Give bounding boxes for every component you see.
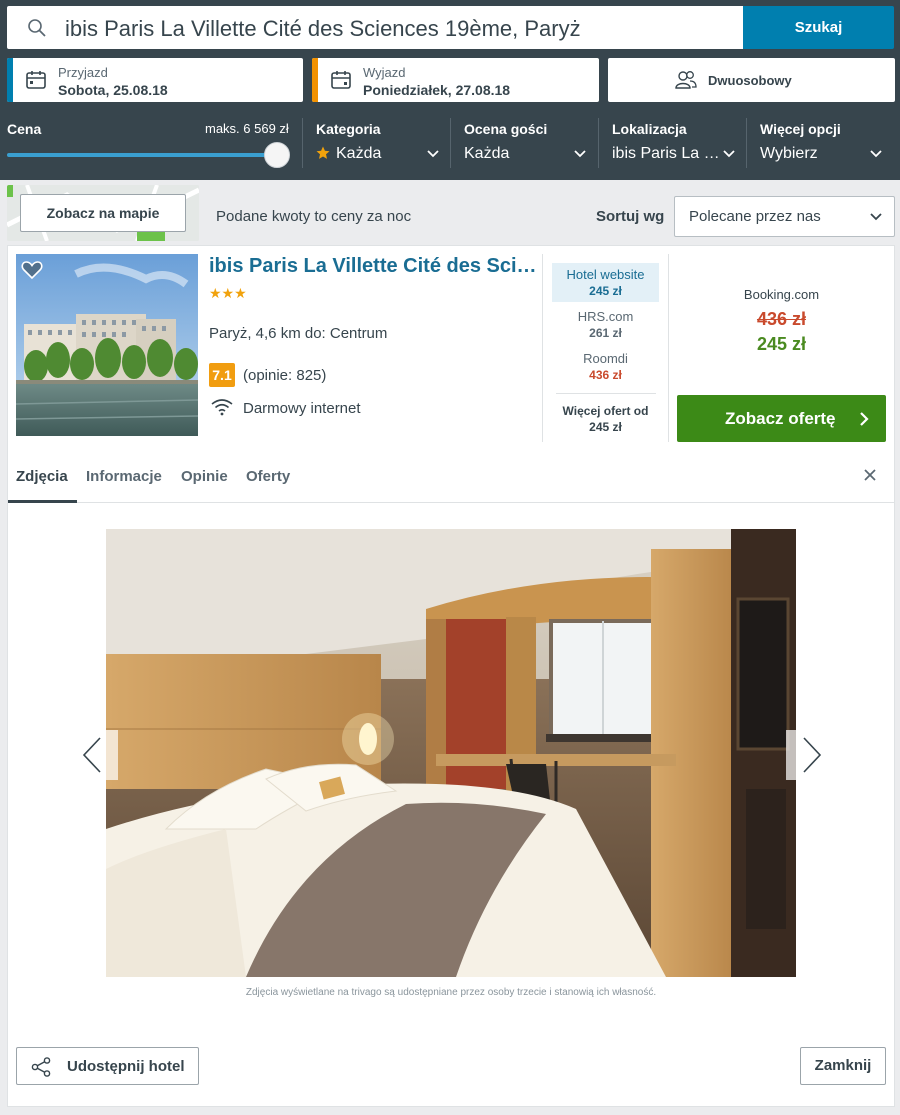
deal-site-hotel-website[interactable]: Hotel website — [552, 267, 659, 282]
filter-divider — [450, 118, 451, 168]
room-type-field[interactable]: Dwuosobowy — [608, 58, 895, 102]
more-offers-price: 245 zł — [589, 420, 622, 434]
share-icon — [31, 1057, 51, 1077]
chevron-down-icon — [870, 213, 882, 221]
hotel-name-link[interactable]: ibis Paris La Villette Cité des Sciences… — [209, 255, 539, 278]
checkin-label: Przyjazd — [58, 65, 108, 80]
deal-price-hotel-website[interactable]: 245 zł — [552, 284, 659, 298]
rating-filter[interactable]: Każda — [464, 140, 589, 170]
close-button[interactable]: Zamknij — [800, 1047, 886, 1085]
best-deal-price: 245 zł — [756, 334, 807, 354]
category-filter-value: Każda — [336, 145, 382, 162]
search-button[interactable]: Szukaj — [743, 6, 894, 49]
people-icon — [675, 71, 697, 89]
chevron-down-icon — [870, 150, 882, 158]
favorite-heart-icon[interactable] — [21, 260, 43, 280]
tabs-divider — [8, 502, 894, 503]
show-map-button[interactable]: Zobacz na mapie — [20, 194, 186, 232]
tab-offers[interactable]: Oferty — [246, 468, 290, 485]
rating-filter-label: Ocena gości — [464, 121, 548, 137]
search-query: ibis Paris La Villette Cité des Sciences… — [65, 16, 581, 41]
chevron-down-icon — [427, 150, 439, 158]
deals-divider — [542, 254, 543, 442]
sort-label: Sortuj wg — [596, 208, 665, 225]
tab-photos[interactable]: Zdjęcia — [16, 468, 68, 485]
filter-divider — [302, 118, 303, 168]
hotel-location: Paryż, 4,6 km do: Centrum — [209, 325, 388, 342]
sort-select[interactable]: Polecane przez nas — [674, 196, 895, 237]
share-hotel-button[interactable]: Udostępnij hotel — [16, 1047, 199, 1085]
hotel-room-photo — [106, 529, 796, 977]
close-icon[interactable] — [863, 468, 877, 482]
checkout-label: Wyjazd — [363, 65, 406, 80]
deal-site-roomdi[interactable]: Roomdi — [552, 351, 659, 366]
best-deal-old-price: 436 zł — [756, 309, 807, 329]
checkout-field[interactable]: Wyjazd Poniedziałek, 27.08.18 — [312, 58, 599, 102]
best-deal-site: Booking.com — [743, 287, 820, 302]
price-slider-handle[interactable] — [264, 142, 290, 168]
calendar-icon — [26, 71, 46, 89]
checkout-accent — [312, 58, 318, 102]
tab-reviews[interactable]: Opinie — [181, 468, 228, 485]
photo-credit: Zdjęcia wyświetlane na trivago są udostę… — [245, 987, 657, 998]
active-tab-indicator — [8, 500, 77, 503]
star-icon — [316, 146, 330, 159]
calendar-icon — [331, 71, 351, 89]
sort-value: Polecane przez nas — [689, 208, 821, 225]
checkout-value: Poniedziałek, 27.08.18 — [363, 82, 511, 98]
deals-separator — [556, 393, 656, 394]
amenity-wifi: Darmowy internet — [243, 400, 361, 417]
next-photo-button[interactable] — [786, 730, 824, 780]
chevron-right-icon — [860, 412, 869, 426]
price-note: Podane kwoty to ceny za noc — [216, 208, 412, 225]
previous-photo-button[interactable] — [80, 730, 118, 780]
share-hotel-label: Udostępnij hotel — [67, 1058, 185, 1075]
hotel-star-rating: ★★★ — [209, 285, 247, 301]
chevron-down-icon — [723, 150, 735, 158]
checkin-accent — [7, 58, 13, 102]
location-filter[interactable]: ibis Paris La … — [612, 140, 737, 170]
more-filters[interactable]: Wybierz — [760, 140, 885, 170]
hotel-photo[interactable] — [16, 254, 198, 436]
price-slider-track[interactable] — [7, 153, 277, 157]
rating-badge[interactable]: 7.1 — [209, 363, 235, 387]
filter-divider — [746, 118, 747, 168]
search-input[interactable]: ibis Paris La Villette Cité des Sciences… — [7, 6, 743, 49]
deal-site-hrs[interactable]: HRS.com — [552, 309, 659, 324]
filter-divider — [598, 118, 599, 168]
hotel-exterior-image — [16, 254, 198, 436]
wifi-icon — [211, 399, 233, 416]
location-filter-value: ibis Paris La … — [612, 145, 720, 162]
chevron-down-icon — [574, 150, 586, 158]
more-filters-label: Więcej opcji — [760, 121, 841, 137]
location-filter-label: Lokalizacja — [612, 121, 687, 137]
more-offers-label: Więcej ofert od — [562, 404, 649, 418]
search-icon — [28, 19, 46, 37]
checkin-value: Sobota, 25.08.18 — [58, 82, 168, 98]
rating-filter-value: Każda — [464, 145, 510, 162]
deals-divider — [668, 254, 669, 442]
view-offer-label: Zobacz ofertę — [725, 409, 836, 428]
category-filter[interactable]: Każda — [316, 140, 441, 170]
category-filter-label: Kategoria — [316, 121, 381, 137]
room-type-value: Dwuosobowy — [708, 73, 792, 88]
deal-price-roomdi[interactable]: 436 zł — [552, 368, 659, 382]
price-max-value: maks. 6 569 zł — [205, 121, 289, 136]
more-offers-link[interactable]: Więcej ofert od 245 zł — [552, 403, 659, 435]
review-count[interactable]: (opinie: 825) — [243, 367, 326, 384]
tab-info[interactable]: Informacje — [86, 468, 162, 485]
view-offer-button[interactable]: Zobacz ofertę — [677, 395, 886, 442]
deal-price-hrs[interactable]: 261 zł — [552, 326, 659, 340]
photo-gallery[interactable] — [106, 529, 796, 977]
price-filter-label: Cena — [7, 121, 42, 137]
checkin-field[interactable]: Przyjazd Sobota, 25.08.18 — [7, 58, 303, 102]
more-filters-value: Wybierz — [760, 145, 818, 162]
